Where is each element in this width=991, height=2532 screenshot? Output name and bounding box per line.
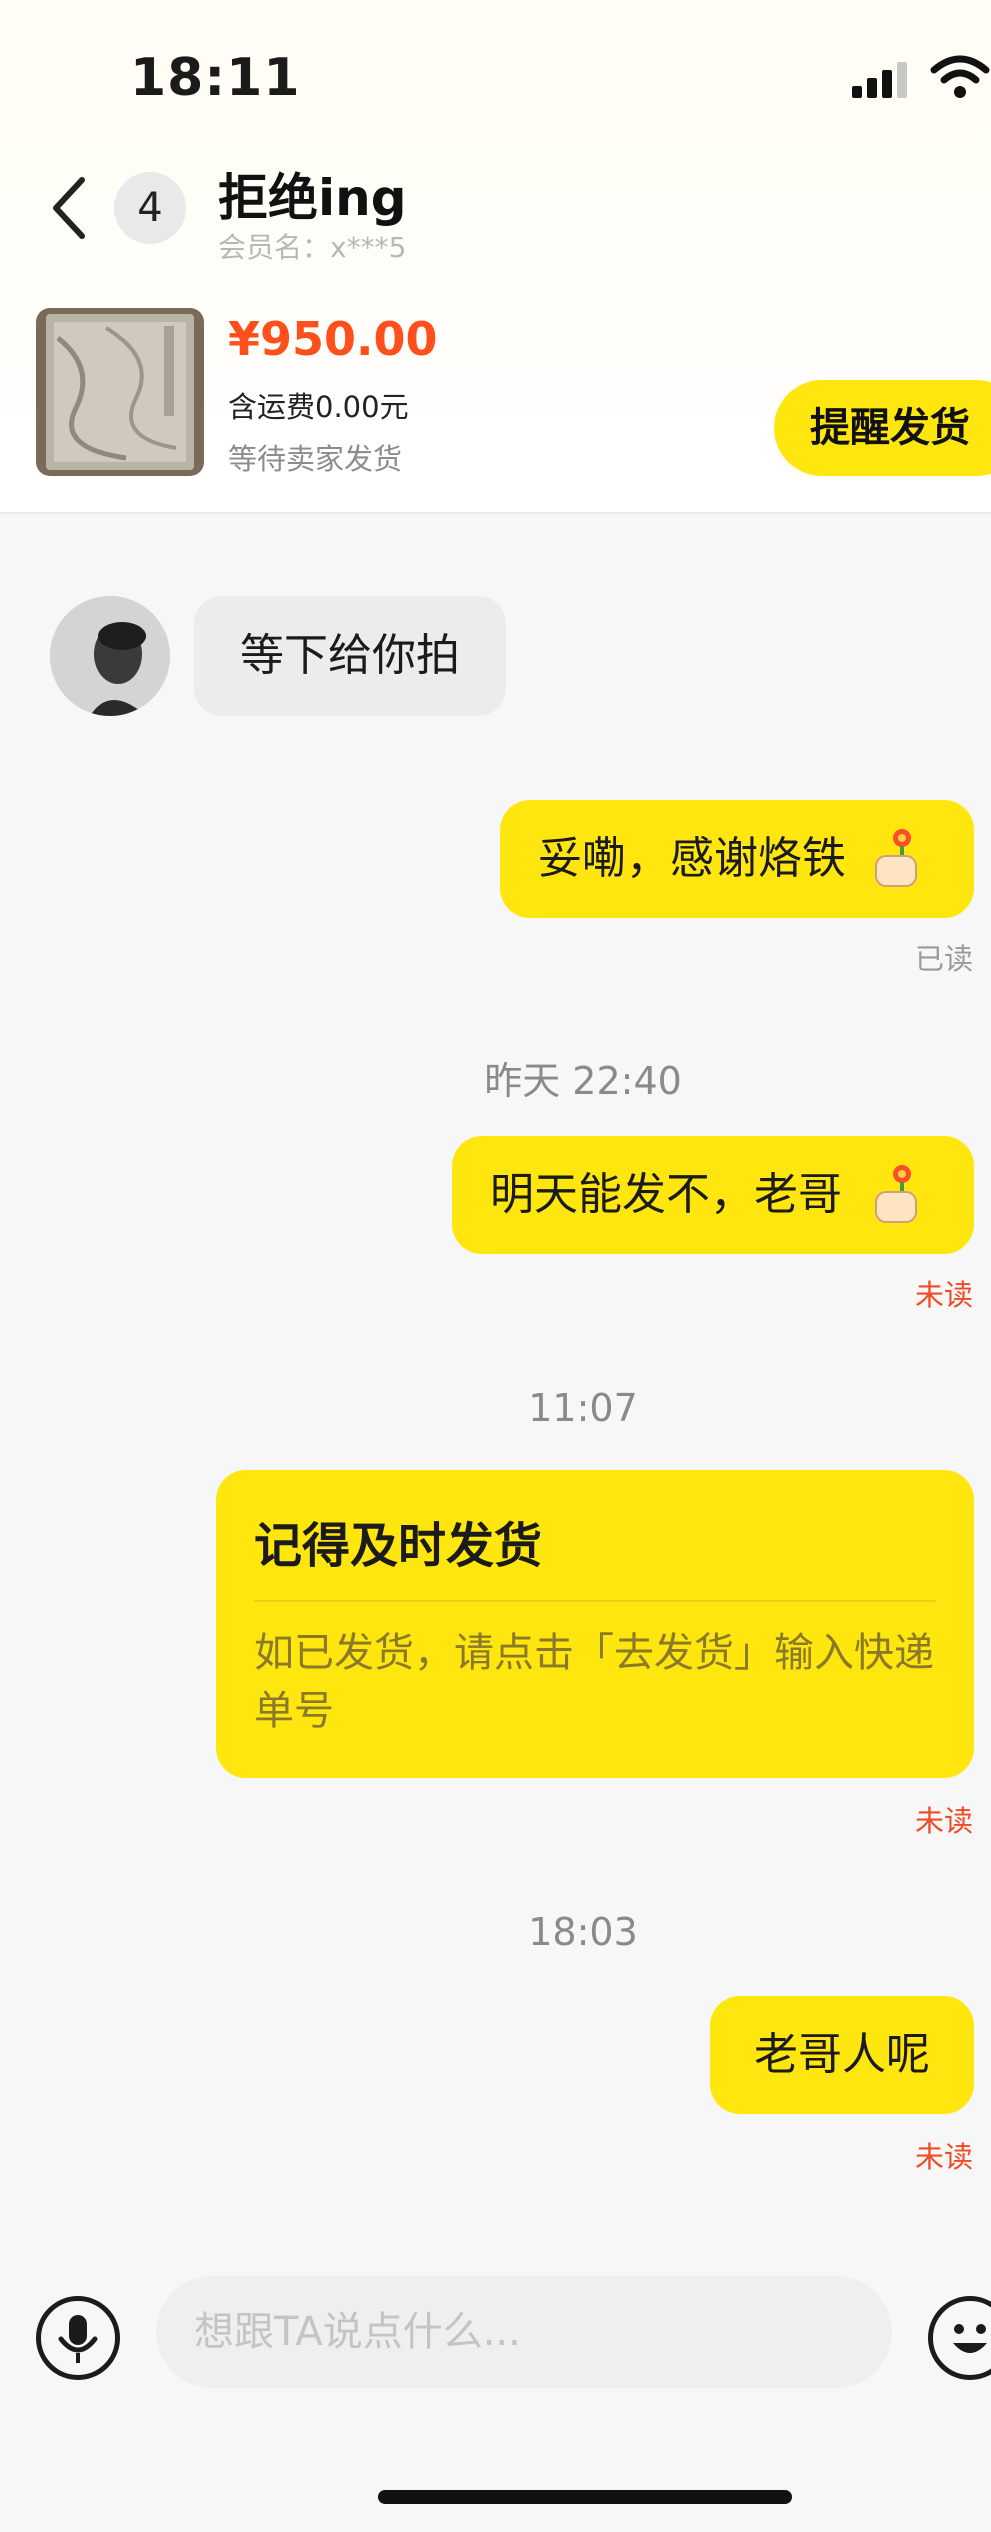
message-timestamp: 18:03 xyxy=(528,1910,638,1954)
signal-icon xyxy=(852,60,912,98)
chat-screen: 18:11 4 拒绝ing 会员名：x***5 ¥950.00 含运费0.00元 xyxy=(0,0,991,2532)
home-indicator xyxy=(378,2490,792,2504)
unread-count-badge: 4 xyxy=(114,172,186,244)
message-text: 妥嘞，感谢烙铁 xyxy=(538,833,846,884)
read-status: 未读 xyxy=(914,2140,973,2174)
read-status: 已读 xyxy=(914,942,973,976)
member-id: 会员名：x***5 xyxy=(218,231,407,264)
shipping-fee: 含运费0.00元 xyxy=(228,390,409,424)
outgoing-message[interactable]: 老哥人呢 xyxy=(710,1996,974,2114)
outgoing-message[interactable]: 妥嘞，感谢烙铁 xyxy=(500,800,974,918)
product-thumbnail[interactable] xyxy=(36,308,204,476)
product-price: ¥950.00 xyxy=(228,312,438,366)
outgoing-message[interactable]: 明天能发不，老哥 xyxy=(452,1136,974,1254)
read-status: 未读 xyxy=(914,1278,973,1312)
card-body: 如已发货，请点击「去发货」输入快递单号 xyxy=(254,1630,934,1734)
status-time: 18:11 xyxy=(130,48,301,108)
card-title: 记得及时发货 xyxy=(254,1518,543,1574)
shipping-reminder-card[interactable]: 记得及时发货 如已发货，请点击「去发货」输入快递单号 xyxy=(216,1470,974,1778)
contact-avatar[interactable] xyxy=(50,596,170,716)
message-text: 明天能发不，老哥 xyxy=(490,1169,842,1220)
message-timestamp: 昨天 22:40 xyxy=(484,1059,682,1103)
card-divider xyxy=(254,1600,936,1602)
header-panel: 18:11 4 拒绝ing 会员名：x***5 ¥950.00 含运费0.00元 xyxy=(0,0,991,514)
message-timestamp: 11:07 xyxy=(528,1386,638,1430)
contact-name: 拒绝ing xyxy=(218,169,407,227)
incoming-message[interactable]: 等下给你拍 xyxy=(194,596,506,716)
wifi-icon xyxy=(930,55,990,98)
remind-ship-button[interactable]: 提醒发货 xyxy=(774,380,991,476)
message-input[interactable] xyxy=(156,2276,892,2388)
back-arrow-icon[interactable] xyxy=(44,170,94,246)
order-status: 等待卖家发货 xyxy=(228,442,403,476)
thumbs-up-flower-icon xyxy=(875,1165,917,1223)
thumbs-up-flower-icon xyxy=(875,829,917,887)
read-status: 未读 xyxy=(914,1804,973,1838)
emoji-icon[interactable] xyxy=(928,2296,991,2380)
microphone-icon[interactable] xyxy=(36,2296,120,2380)
